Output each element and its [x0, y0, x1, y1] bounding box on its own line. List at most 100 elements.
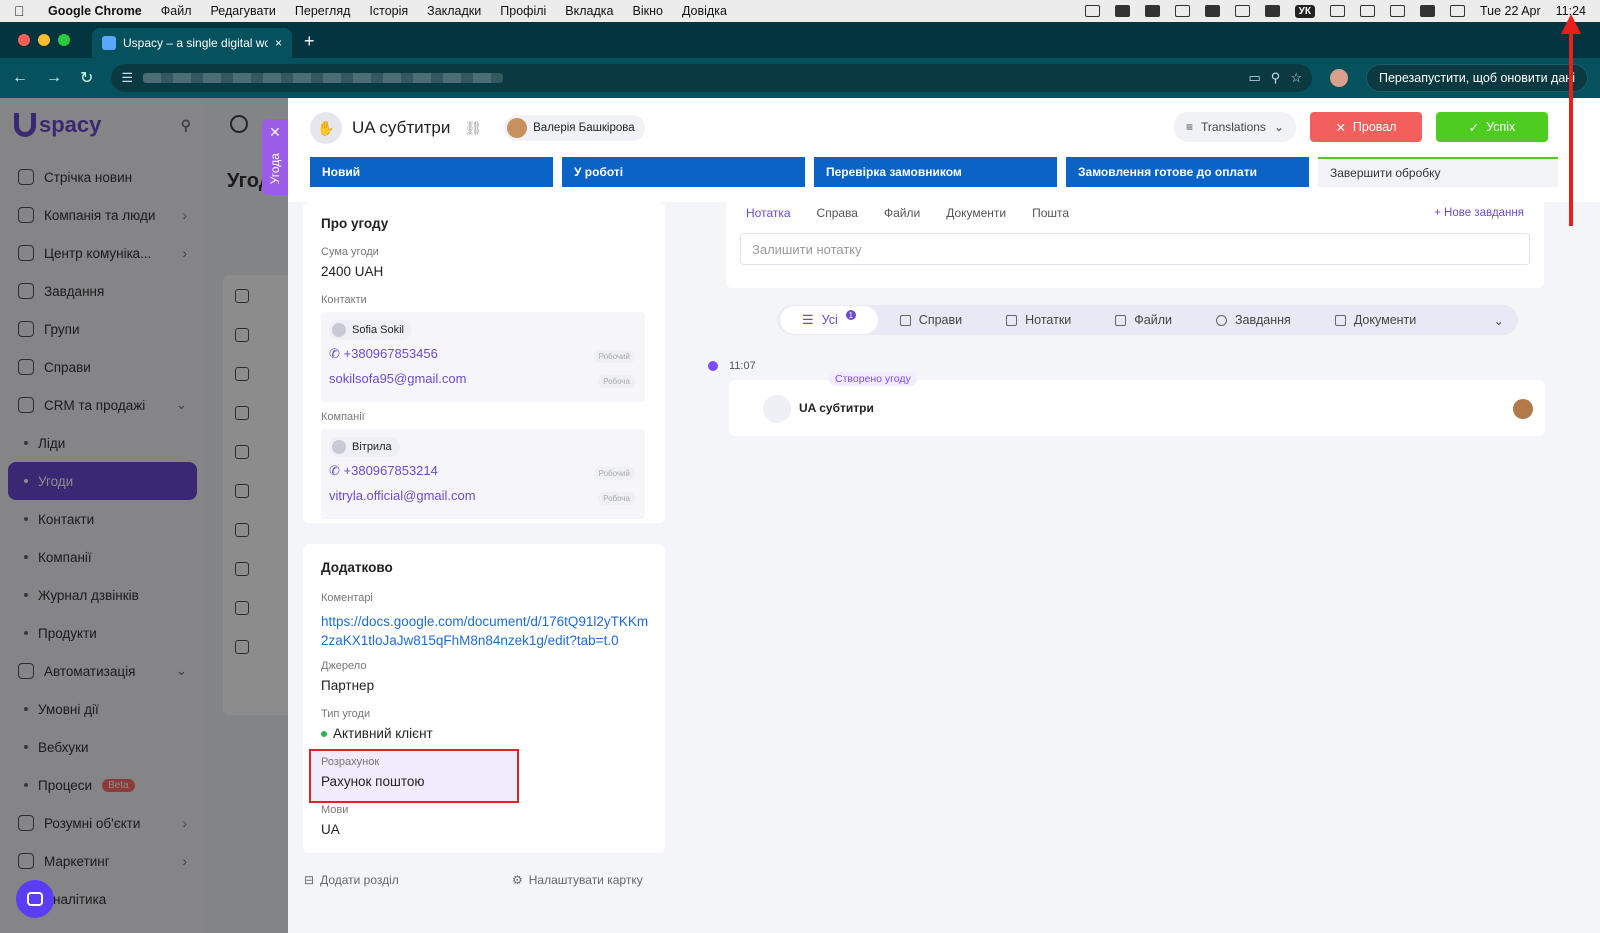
new-task-label: Нове завдання: [1444, 207, 1524, 219]
copy-link-icon[interactable]: ⛓: [464, 120, 482, 137]
filter-all[interactable]: ☰ Усі 1: [780, 306, 878, 334]
filter-cases[interactable]: Справи: [878, 313, 984, 327]
new-task-button[interactable]: + Нове завдання: [1434, 207, 1524, 219]
fail-button[interactable]: ✕ Провал: [1310, 112, 1422, 142]
filters-chevron-down-icon[interactable]: ⌄: [1494, 313, 1518, 328]
deal-type-value[interactable]: Активний клієнт: [321, 726, 433, 741]
contact-email[interactable]: sokilsofa95@gmail.com: [329, 371, 466, 386]
volume-icon[interactable]: [1204, 5, 1220, 17]
stage-customer-review[interactable]: Перевірка замовником: [814, 157, 1057, 187]
chat-icon: [27, 892, 43, 906]
tab-documents[interactable]: Документи: [946, 206, 1006, 220]
relaunch-update-button[interactable]: Перезапустити, щоб оновити дані: [1365, 64, 1588, 92]
additional-card: Додатково Коментарі https://docs.google.…: [303, 544, 665, 853]
profile-avatar[interactable]: [1329, 69, 1348, 87]
tab-note[interactable]: Нотатка: [746, 206, 791, 220]
support-chat-button[interactable]: [16, 880, 54, 918]
battery-icon[interactable]: [1359, 5, 1375, 17]
blurred-url: [143, 73, 504, 83]
menubar-app-name[interactable]: Google Chrome: [48, 4, 142, 18]
menu-file[interactable]: Файл: [161, 4, 192, 18]
zoom-icon[interactable]: ⚲: [1271, 70, 1281, 86]
payment-value[interactable]: Рахунок поштою: [321, 774, 425, 789]
tab-mail[interactable]: Пошта: [1032, 206, 1069, 220]
tab-files[interactable]: Файли: [884, 206, 920, 220]
forward-icon[interactable]: →: [46, 69, 62, 87]
note-input[interactable]: Залишити нотатку: [740, 233, 1530, 265]
menu-edit[interactable]: Редагувати: [211, 4, 276, 18]
site-settings-icon[interactable]: ☰: [121, 70, 133, 86]
stage-ready-for-payment[interactable]: Замовлення готове до оплати: [1066, 157, 1309, 187]
amount-value[interactable]: 2400 UAH: [321, 264, 383, 279]
back-icon[interactable]: ←: [12, 69, 28, 87]
company-chip[interactable]: Вітрила: [329, 437, 400, 457]
source-value[interactable]: Партнер: [321, 678, 374, 693]
comments-link[interactable]: https://docs.google.com/document/d/176tQ…: [321, 612, 651, 650]
success-button[interactable]: ✓ Успіх: [1436, 112, 1548, 142]
spotlight-icon[interactable]: [1389, 5, 1405, 17]
play-icon[interactable]: [1234, 5, 1250, 17]
stage-new[interactable]: Новий: [310, 157, 553, 187]
timeline-item[interactable]: Створено угоду UA субтитри: [729, 372, 1545, 436]
filter-files[interactable]: Файли: [1093, 313, 1194, 327]
add-section-label: Додати розділ: [320, 873, 399, 887]
menu-profiles[interactable]: Профілі: [500, 4, 546, 18]
languages-value[interactable]: UA: [321, 822, 340, 837]
contact-chip[interactable]: Sofia Sokil: [329, 320, 412, 340]
menu-bookmarks[interactable]: Закладки: [427, 4, 481, 18]
tray-icon[interactable]: [1114, 5, 1130, 17]
deal-title[interactable]: UA субтитри: [352, 118, 450, 138]
companies-label: Компанії: [321, 411, 365, 423]
uspacy-app: spacy ⚲ Стрічка новин Компанія та люди › Це…: [0, 98, 1600, 933]
menu-view[interactable]: Перегляд: [295, 4, 350, 18]
siri-icon[interactable]: [1449, 5, 1465, 17]
company-phone-tag: Робочий: [593, 467, 635, 480]
stage-in-progress[interactable]: У роботі: [562, 157, 805, 187]
company-phone[interactable]: ✆ +380967853214: [329, 463, 438, 479]
menu-tab[interactable]: Вкладка: [565, 4, 613, 18]
chrome-status-icon[interactable]: [1144, 5, 1160, 17]
apple-icon[interactable]: : [14, 3, 30, 19]
reload-icon[interactable]: ↻: [80, 68, 93, 88]
filter-all-count-badge: 1: [845, 310, 856, 320]
new-tab-button[interactable]: +: [304, 31, 315, 52]
add-section-button[interactable]: ⊟ Додати розділ: [304, 873, 399, 887]
configure-card-button[interactable]: ⚙ Налаштувати картку: [512, 873, 643, 887]
filter-notes[interactable]: Нотатки: [984, 313, 1093, 327]
close-tab-icon[interactable]: ×: [275, 36, 282, 50]
deal-type-label: Тип угоди: [321, 708, 371, 720]
deal-side-tab[interactable]: ✕ Угода: [262, 119, 288, 195]
menu-history[interactable]: Історія: [369, 4, 408, 18]
filter-tasks[interactable]: Завдання: [1194, 313, 1313, 327]
deal-owner[interactable]: Валерія Башкірова: [504, 115, 645, 141]
timeline-filters: ☰ Усі 1 Справи Нотатки Файли Завдання До…: [778, 305, 1518, 335]
minimize-window-button[interactable]: [38, 34, 50, 46]
company-email[interactable]: vitryla.official@gmail.com: [329, 488, 476, 503]
zoom-window-button[interactable]: [58, 34, 70, 46]
menu-window[interactable]: Вікно: [632, 4, 662, 18]
stage-finish-processing[interactable]: Завершити обробку: [1318, 157, 1558, 187]
filter-documents-label: Документи: [1353, 313, 1417, 327]
screen-icon[interactable]: [1174, 5, 1190, 17]
menu-help[interactable]: Довідка: [682, 4, 727, 18]
contact-avatar: [332, 323, 346, 337]
figma-icon[interactable]: [1084, 5, 1100, 17]
address-bar[interactable]: ☰ ▭ ⚲ ☆: [111, 64, 1312, 92]
pipeline-select[interactable]: ≡ Translations ⌄: [1174, 112, 1296, 142]
check-circle-icon: ✓: [1468, 120, 1480, 135]
deal-type-text: Активний клієнт: [333, 726, 433, 741]
tab-case[interactable]: Справа: [817, 206, 858, 220]
close-panel-icon[interactable]: ✕: [269, 124, 281, 141]
menubar-date[interactable]: Tue 22 Apr: [1480, 4, 1541, 18]
bluetooth-icon[interactable]: [1329, 5, 1345, 17]
contact-phone[interactable]: ✆ +380967853456: [329, 346, 438, 362]
control-center-icon[interactable]: [1419, 5, 1435, 17]
browser-tab-uspacy[interactable]: Uspacy – a single digital work ×: [92, 28, 292, 58]
filter-documents[interactable]: Документи: [1313, 313, 1438, 327]
note-icon: [1006, 314, 1018, 326]
keyboard-layout-indicator[interactable]: УК: [1294, 4, 1315, 18]
install-app-icon[interactable]: ▭: [1249, 70, 1261, 86]
bookmark-star-icon[interactable]: ☆: [1290, 70, 1302, 86]
close-window-button[interactable]: [18, 34, 30, 46]
wifi-icon[interactable]: [1264, 5, 1280, 17]
